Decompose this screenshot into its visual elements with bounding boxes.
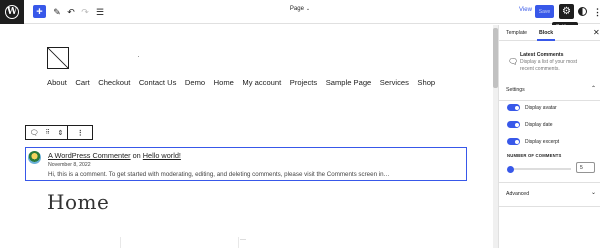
comment-author-link[interactable]: A WordPress Commenter bbox=[48, 151, 131, 160]
nav-item-my-account[interactable]: My account bbox=[242, 78, 281, 87]
comment-on-text: on bbox=[132, 151, 141, 160]
comment-excerpt: Hi, this is a comment. To get started wi… bbox=[48, 171, 390, 178]
nav-item-projects[interactable]: Projects bbox=[290, 78, 317, 87]
wordpress-logo-button[interactable]: W bbox=[0, 0, 24, 24]
list-view-icon[interactable]: ☰ bbox=[94, 5, 106, 19]
display-date-toggle-row[interactable]: Display date bbox=[507, 121, 553, 128]
slider-thumb[interactable] bbox=[507, 165, 514, 173]
move-up-down-icon[interactable]: ⇕ bbox=[54, 126, 68, 139]
settings-panel-heading[interactable]: Settings bbox=[506, 87, 525, 93]
display-avatar-label: Display avatar bbox=[525, 104, 557, 111]
site-title-placeholder bbox=[138, 56, 139, 57]
block-card-title: Latest Comments bbox=[520, 52, 564, 58]
document-title-text: Page bbox=[289, 6, 304, 12]
document-title[interactable]: Page ⌄ bbox=[250, 6, 350, 12]
commenter-avatar bbox=[28, 151, 41, 164]
edit-pencil-icon[interactable]: ✎ bbox=[51, 5, 63, 19]
faint-divider bbox=[238, 237, 239, 248]
comment-icon: 🗨 bbox=[508, 57, 519, 66]
nav-item-services[interactable]: Services bbox=[380, 78, 409, 87]
redo-icon[interactable]: ↷ bbox=[79, 5, 91, 19]
display-excerpt-toggle-row[interactable]: Display excerpt bbox=[507, 138, 559, 145]
display-excerpt-toggle[interactable] bbox=[507, 138, 520, 145]
comment-block-type-icon[interactable]: 🗨 bbox=[26, 126, 42, 139]
comment-post-link[interactable]: Hello world! bbox=[143, 151, 181, 160]
more-options-icon[interactable]: ⋮ bbox=[593, 5, 600, 19]
editor-canvas[interactable]: About Cart Checkout Contact Us Demo Home… bbox=[0, 25, 493, 248]
view-button[interactable]: View bbox=[519, 7, 532, 13]
comment-meta: A WordPress Commenter on Hello world! bbox=[48, 151, 181, 160]
sidebar-tabs: Template Block ✕ bbox=[499, 25, 600, 41]
site-logo-placeholder[interactable] bbox=[47, 47, 69, 69]
page-title[interactable]: Home bbox=[47, 190, 109, 214]
nav-item-checkout[interactable]: Checkout bbox=[98, 78, 130, 87]
display-excerpt-label: Display excerpt bbox=[525, 138, 560, 145]
editor-header: W + ✎ ↶ ↷ ☰ Page⌄ View Save ⚙ ⋮ Settings bbox=[0, 0, 600, 32]
navigation-menu: About Cart Checkout Contact Us Demo Home… bbox=[47, 78, 444, 87]
styles-contrast-icon[interactable] bbox=[578, 7, 587, 16]
panel-divider bbox=[499, 206, 600, 207]
tab-template[interactable]: Template bbox=[506, 30, 527, 36]
number-of-comments-label: NUMBER OF COMMENTS bbox=[507, 153, 562, 158]
display-avatar-toggle-row[interactable]: Display avatar bbox=[507, 104, 557, 111]
undo-icon[interactable]: ↶ bbox=[65, 5, 77, 19]
nav-item-shop[interactable]: Shop bbox=[417, 78, 435, 87]
comment-date: November 8, 2022 bbox=[48, 162, 91, 168]
nav-item-about[interactable]: About bbox=[47, 78, 67, 87]
close-icon[interactable]: ✕ bbox=[593, 28, 600, 37]
chevron-up-icon[interactable]: ⌃ bbox=[591, 85, 596, 92]
chevron-down-icon[interactable]: ⌄ bbox=[591, 189, 596, 196]
nav-item-demo[interactable]: Demo bbox=[185, 78, 205, 87]
advanced-panel-heading[interactable]: Advanced bbox=[506, 191, 529, 197]
settings-gear-icon[interactable]: ⚙ bbox=[559, 4, 574, 19]
settings-sidebar: Template Block ✕ 🗨 Latest Comments Displ… bbox=[498, 25, 600, 248]
block-card-description: Display a list of your most recent comme… bbox=[520, 59, 577, 72]
display-date-toggle[interactable] bbox=[507, 121, 520, 128]
latest-comments-block[interactable]: A WordPress Commenter on Hello world! No… bbox=[25, 147, 467, 181]
save-button[interactable]: Save bbox=[535, 5, 554, 18]
number-of-comments-input[interactable]: 5 bbox=[576, 162, 595, 173]
faint-divider bbox=[120, 237, 121, 248]
drag-handle-icon[interactable]: ⠿ bbox=[42, 126, 54, 139]
display-date-label: Display date bbox=[525, 121, 553, 128]
add-block-button[interactable]: + bbox=[33, 5, 46, 18]
block-toolbar: 🗨 ⠿ ⇕ ⋮ bbox=[25, 125, 93, 140]
nav-item-contact-us[interactable]: Contact Us bbox=[139, 78, 177, 87]
tab-block[interactable]: Block bbox=[539, 30, 553, 36]
nav-item-home[interactable]: Home bbox=[214, 78, 234, 87]
nav-item-cart[interactable]: Cart bbox=[75, 78, 89, 87]
number-of-comments-slider[interactable] bbox=[509, 168, 571, 170]
nav-item-sample-page[interactable]: Sample Page bbox=[326, 78, 372, 87]
wordpress-logo-icon: W bbox=[5, 5, 19, 19]
faint-divider bbox=[240, 239, 246, 240]
chevron-down-icon: ⌄ bbox=[305, 6, 311, 12]
display-avatar-toggle[interactable] bbox=[507, 104, 520, 111]
panel-divider bbox=[499, 182, 600, 183]
block-options-icon[interactable]: ⋮ bbox=[68, 126, 92, 139]
